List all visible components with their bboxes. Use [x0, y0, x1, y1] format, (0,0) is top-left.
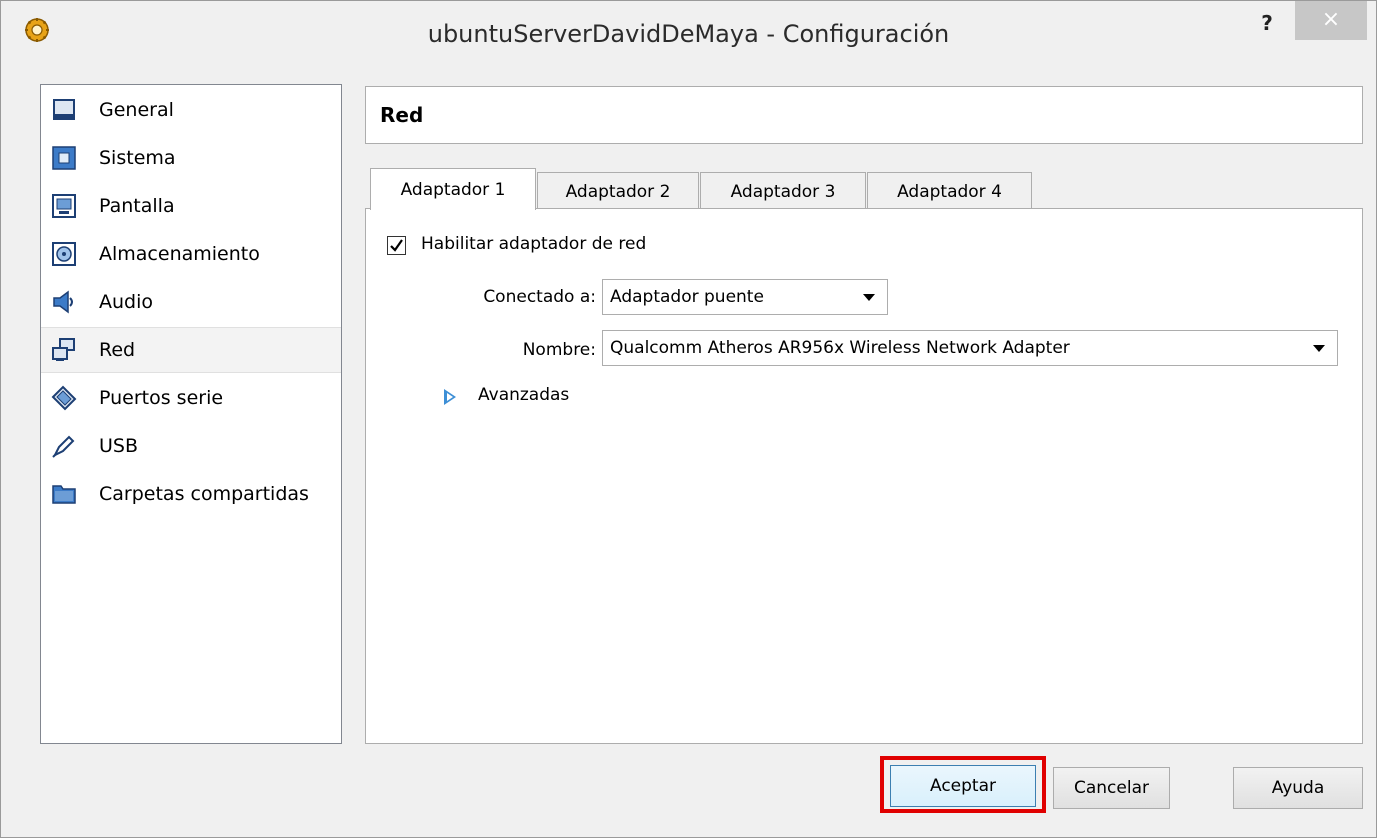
close-button[interactable]: × [1295, 0, 1367, 40]
speaker-icon [51, 289, 77, 315]
sidebar-item-sistema[interactable]: Sistema [41, 135, 341, 181]
chevron-down-icon [863, 294, 875, 301]
settings-sidebar: General Sistema Pantalla Almacenamiento … [40, 84, 342, 744]
sidebar-item-label: Sistema [99, 147, 176, 169]
cancel-button[interactable]: Cancelar [1053, 767, 1170, 809]
enable-adapter-label: Habilitar adaptador de red [421, 234, 647, 254]
chevron-down-icon [1313, 345, 1325, 352]
sidebar-item-puertos-serie[interactable]: Puertos serie [41, 375, 341, 421]
sidebar-item-carpetas-compartidas[interactable]: Carpetas compartidas [41, 471, 341, 517]
section-header: Red [365, 86, 1363, 144]
tab-adaptador-1[interactable]: Adaptador 1 [370, 168, 536, 210]
checkmark-icon [390, 239, 403, 252]
sidebar-item-label: General [99, 99, 174, 121]
sidebar-item-audio[interactable]: Audio [41, 279, 341, 325]
sidebar-item-label: Puertos serie [99, 387, 224, 409]
folder-icon [51, 481, 77, 507]
adapter-name-value: Qualcomm Atheros AR956x Wireless Network… [610, 338, 1070, 358]
serial-port-icon [51, 385, 77, 411]
adapter-name-select[interactable]: Qualcomm Atheros AR956x Wireless Network… [602, 330, 1338, 366]
sidebar-item-label: Red [99, 339, 136, 361]
sidebar-item-label: Audio [99, 291, 154, 313]
help-button[interactable]: Ayuda [1233, 767, 1363, 809]
sidebar-item-label: Carpetas compartidas [99, 483, 309, 505]
sidebar-item-label: Almacenamiento [99, 243, 260, 265]
page-title: Red [380, 103, 424, 127]
attached-to-select[interactable]: Adaptador puente [602, 279, 888, 315]
sidebar-item-usb[interactable]: USB [41, 423, 341, 469]
help-icon[interactable]: ? [1252, 8, 1282, 38]
tab-adaptador-2[interactable]: Adaptador 2 [537, 172, 699, 210]
sidebar-item-general[interactable]: General [41, 87, 341, 133]
window-title: ubuntuServerDavidDeMaya - Configuración [427, 20, 950, 48]
ok-button-highlight [880, 756, 1046, 813]
chip-icon [51, 145, 77, 171]
disk-icon [51, 241, 77, 267]
title-bar: ubuntuServerDavidDeMaya - Configuración … [0, 0, 1377, 72]
sidebar-item-pantalla[interactable]: Pantalla [41, 183, 341, 229]
attached-to-value: Adaptador puente [610, 287, 764, 307]
tab-adaptador-3[interactable]: Adaptador 3 [700, 172, 866, 210]
display-icon [51, 193, 77, 219]
network-icon [51, 337, 77, 363]
monitor-icon [51, 97, 77, 123]
tab-adaptador-4[interactable]: Adaptador 4 [867, 172, 1032, 210]
sidebar-item-almacenamiento[interactable]: Almacenamiento [41, 231, 341, 277]
name-label: Nombre: [522, 340, 596, 360]
attached-to-label: Conectado a: [483, 287, 596, 307]
enable-adapter-checkbox[interactable] [387, 236, 406, 255]
sidebar-item-label: Pantalla [99, 195, 175, 217]
sidebar-item-red[interactable]: Red [41, 327, 341, 373]
expand-arrow-inner [447, 393, 453, 401]
usb-icon [51, 433, 77, 459]
advanced-toggle[interactable]: Avanzadas [478, 385, 569, 405]
sidebar-item-label: USB [99, 435, 139, 457]
